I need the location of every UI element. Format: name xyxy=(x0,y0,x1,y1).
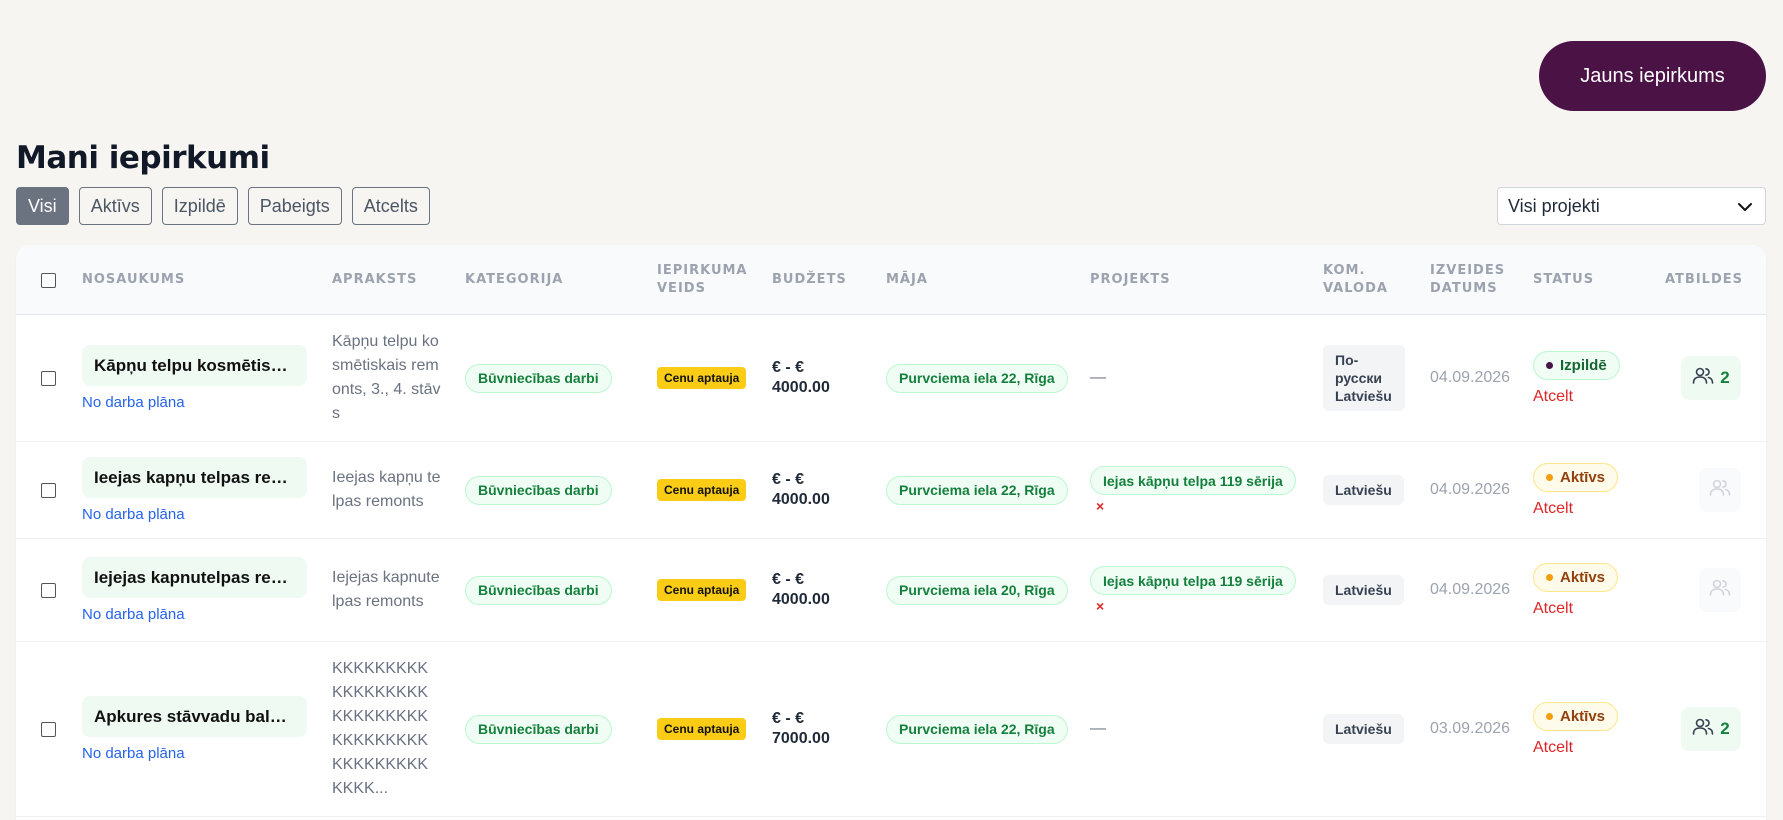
description-text: Iejejas kapnutelpas remonts xyxy=(332,569,440,610)
new-procurement-button[interactable]: Jauns iepirkums xyxy=(1539,41,1766,111)
table-header: NOSAUKUMS APRAKSTS KATEGORIJA IEPIRKUMA … xyxy=(16,245,1766,315)
row-checkbox[interactable] xyxy=(41,370,56,386)
status-dot-icon xyxy=(1546,573,1553,581)
filter-all[interactable]: Visi xyxy=(16,187,69,225)
responses-button[interactable] xyxy=(1699,568,1741,612)
select-all-cell xyxy=(41,245,56,315)
filter-cancelled[interactable]: Atcelts xyxy=(351,187,430,225)
house-badge[interactable]: Purvciema iela 22, Rīga xyxy=(886,363,1068,393)
chevron-down-icon xyxy=(1737,196,1753,217)
col-language[interactable]: KOM. VALODA xyxy=(1323,245,1403,315)
project-select-value: Visi projekti xyxy=(1508,195,1600,216)
language-badge: По-русски Latviešu xyxy=(1323,345,1405,411)
remove-project-icon[interactable]: × xyxy=(1096,498,1104,514)
users-icon xyxy=(1709,479,1731,502)
col-budget[interactable]: BUDŽETS xyxy=(772,245,847,315)
col-project[interactable]: PROJEKTS xyxy=(1090,245,1171,315)
procurement-name[interactable]: Iejejas kapnutelpas remonts xyxy=(82,557,307,598)
col-name[interactable]: NOSAUKUMS xyxy=(82,245,185,315)
budget-value: € - €4000.00 xyxy=(772,359,830,396)
project-empty: — xyxy=(1090,720,1106,737)
procurement-name[interactable]: Kāpņu telpu kosmētiskais remonts, 3., 4.… xyxy=(82,345,307,386)
project-badge[interactable]: Iejas kāpņu telpa 119 sērija xyxy=(1090,566,1296,595)
col-created[interactable]: IZVEIDES DATUMS xyxy=(1430,245,1515,315)
type-badge: Cenu aptauja xyxy=(657,579,747,601)
users-icon xyxy=(1692,718,1714,741)
house-badge[interactable]: Purvciema iela 22, Rīga xyxy=(886,475,1068,505)
type-badge: Cenu aptauja xyxy=(657,718,747,740)
status-dot-icon xyxy=(1546,712,1553,720)
description-text: Kāpņu telpu kosmētiskais remonts, 3., 4.… xyxy=(332,333,441,422)
status-badge: Aktīvs xyxy=(1533,562,1619,592)
table-row[interactable]: Ieejas kapņu telpas remonts No darba plā… xyxy=(16,442,1766,539)
responses-button[interactable]: 2 xyxy=(1681,707,1741,751)
description-text: Ieejas kapņu telpas remonts xyxy=(332,469,441,510)
responses-button[interactable]: 2 xyxy=(1681,356,1741,400)
language-badge: Latviešu xyxy=(1323,714,1404,744)
project-empty: — xyxy=(1090,369,1106,386)
table-row[interactable]: Iejejas kapnutelpas remonts No darba plā… xyxy=(16,539,1766,642)
select-all-checkbox[interactable] xyxy=(41,272,56,288)
type-badge: Cenu aptauja xyxy=(657,367,747,389)
budget-value: € - €4000.00 xyxy=(772,571,830,608)
description-text: KKKKKKKKKKKKKKKKKKKKKKKKKKKKKKKKKKKKKKKK… xyxy=(332,660,429,797)
budget-value: € - €4000.00 xyxy=(772,471,830,508)
table-row[interactable]: Apkures stāvvadu balansēšana No darba pl… xyxy=(16,642,1766,817)
procurement-name[interactable]: Apkures stāvvadu balansēšana xyxy=(82,696,307,737)
category-badge: Būvniecības darbi xyxy=(465,475,612,505)
cancel-link[interactable]: Atcelt xyxy=(1533,500,1573,518)
col-description[interactable]: APRAKSTS xyxy=(332,245,417,315)
language-badge: Latviešu xyxy=(1323,575,1404,605)
filter-in-progress[interactable]: Izpildē xyxy=(161,187,238,225)
created-date: 04.09.2026 xyxy=(1430,369,1511,386)
filter-active[interactable]: Aktīvs xyxy=(78,187,152,225)
status-filter-bar: Visi Aktīvs Izpildē Pabeigts Atcelts xyxy=(16,187,430,225)
cancel-link[interactable]: Atcelt xyxy=(1533,388,1573,406)
status-badge: Aktīvs xyxy=(1533,701,1619,731)
table-row[interactable]: Kāpņu telpu kosmētiskais remonts, 3., 4.… xyxy=(16,315,1766,442)
status-badge: Aktīvs xyxy=(1533,462,1619,492)
category-badge: Būvniecības darbi xyxy=(465,575,612,605)
source-link[interactable]: No darba plāna xyxy=(82,745,185,762)
row-checkbox[interactable] xyxy=(41,582,56,598)
col-category[interactable]: KATEGORIJA xyxy=(465,245,563,315)
source-link[interactable]: No darba plāna xyxy=(82,394,185,411)
cancel-link[interactable]: Atcelt xyxy=(1533,600,1573,618)
budget-value: € - €7000.00 xyxy=(772,710,830,747)
house-badge[interactable]: Purvciema iela 20, Rīga xyxy=(886,575,1068,605)
col-status[interactable]: STATUS xyxy=(1533,245,1594,315)
procurements-table: NOSAUKUMS APRAKSTS KATEGORIJA IEPIRKUMA … xyxy=(16,245,1766,820)
created-date: 04.09.2026 xyxy=(1430,581,1511,598)
users-icon xyxy=(1709,579,1731,602)
filter-completed[interactable]: Pabeigts xyxy=(247,187,342,225)
language-badge: Latviešu xyxy=(1323,475,1404,505)
users-icon xyxy=(1692,367,1714,390)
status-dot-icon xyxy=(1546,361,1553,369)
procurement-name[interactable]: Ieejas kapņu telpas remonts xyxy=(82,457,307,498)
category-badge: Būvniecības darbi xyxy=(465,363,612,393)
source-link[interactable]: No darba plāna xyxy=(82,506,185,523)
cancel-link[interactable]: Atcelt xyxy=(1533,739,1573,757)
project-select[interactable]: Visi projekti xyxy=(1497,187,1766,225)
house-badge[interactable]: Purvciema iela 22, Rīga xyxy=(886,714,1068,744)
status-dot-icon xyxy=(1546,473,1553,481)
created-date: 04.09.2026 xyxy=(1430,481,1511,498)
source-link[interactable]: No darba plāna xyxy=(82,606,185,623)
row-checkbox[interactable] xyxy=(41,482,56,498)
category-badge: Būvniecības darbi xyxy=(465,714,612,744)
remove-project-icon[interactable]: × xyxy=(1096,598,1104,614)
col-type[interactable]: IEPIRKUMA VEIDS xyxy=(657,245,757,315)
responses-button[interactable] xyxy=(1699,468,1741,512)
project-badge[interactable]: Iejas kāpņu telpa 119 sērija xyxy=(1090,466,1296,495)
created-date: 03.09.2026 xyxy=(1430,720,1511,737)
col-responses[interactable]: ATBILDES xyxy=(1665,245,1743,315)
col-house[interactable]: MĀJA xyxy=(886,245,928,315)
page-title: Mani iepirkumi xyxy=(16,140,270,176)
status-badge: Izpildē xyxy=(1533,350,1620,380)
row-checkbox[interactable] xyxy=(41,721,56,737)
type-badge: Cenu aptauja xyxy=(657,479,747,501)
